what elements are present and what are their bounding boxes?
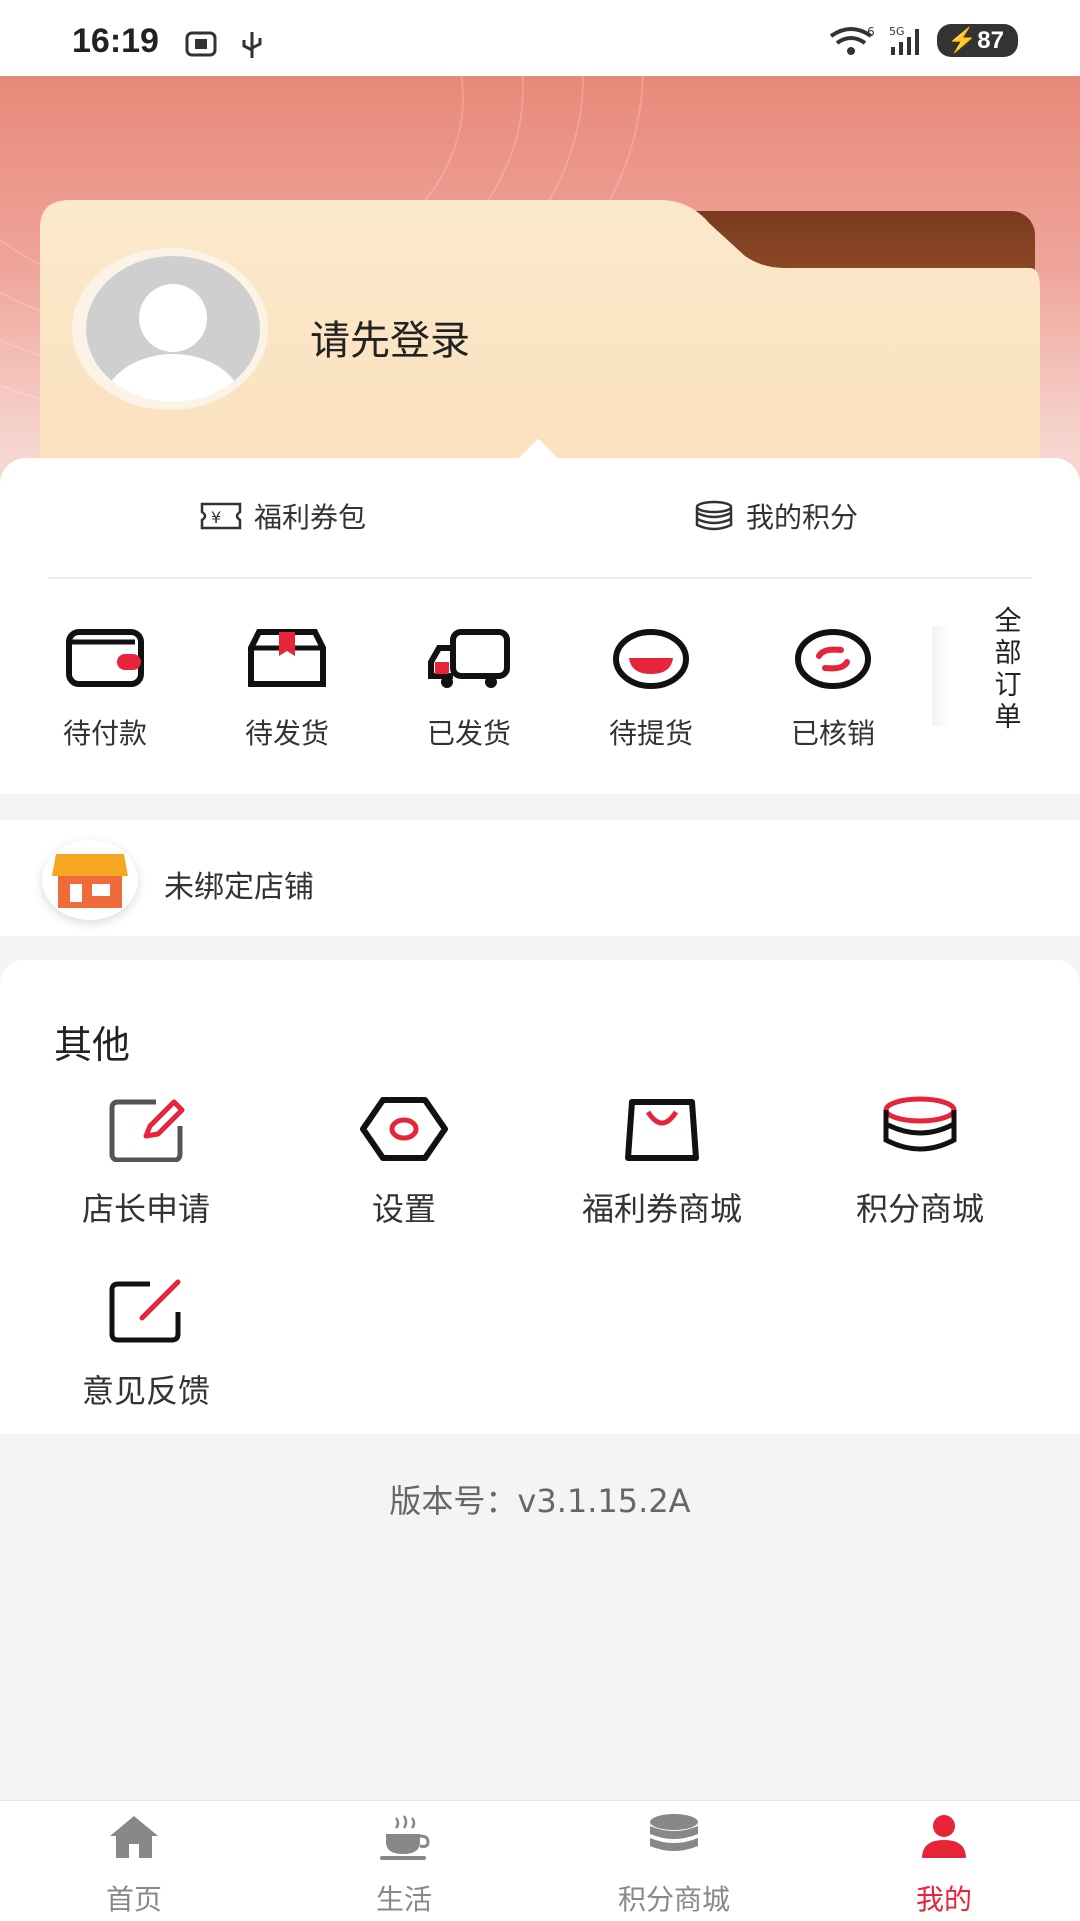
battery-level: 87 xyxy=(977,27,1004,54)
coffee-icon xyxy=(380,1815,430,1860)
tab-label: 我的 xyxy=(915,1883,972,1916)
order-shipped[interactable]: 已发货 xyxy=(394,624,544,750)
order-label: 待提货 xyxy=(608,717,693,750)
order-label: 已发货 xyxy=(426,717,511,750)
my-points-label: 我的积分 xyxy=(746,501,859,534)
coupon-wallet-link[interactable]: ¥ 福利券包 xyxy=(200,496,366,536)
wallet-icon xyxy=(66,629,144,687)
pickup-icon xyxy=(613,629,689,689)
feedback[interactable]: 意见反馈 xyxy=(36,1278,256,1410)
others-title: 其他 xyxy=(54,1023,131,1067)
home-icon xyxy=(110,1816,158,1858)
battery-indicator: ⚡87 xyxy=(937,24,1018,57)
status-bar: 16:19 6 5G ⚡87 xyxy=(0,0,1080,76)
login-prompt[interactable]: 请先登录 xyxy=(310,308,470,366)
coupon-wallet-label: 福利券包 xyxy=(254,501,367,534)
order-label: 已核销 xyxy=(790,717,875,750)
order-pending-payment[interactable]: 待付款 xyxy=(30,624,180,750)
tool-label: 设置 xyxy=(371,1190,436,1228)
user-icon xyxy=(922,1815,966,1858)
coupon-icon: ¥ xyxy=(200,502,242,530)
scroll-shadow xyxy=(932,626,952,726)
feedback-icon xyxy=(109,1279,181,1343)
coupon-mall[interactable]: 福利券商城 xyxy=(552,1096,772,1228)
order-verified[interactable]: 已核销 xyxy=(758,624,908,750)
order-pending-shipment[interactable]: 待发货 xyxy=(212,624,362,750)
order-label: 待付款 xyxy=(62,717,147,750)
shopping-bag-icon xyxy=(625,1099,699,1161)
tab-points-mall[interactable]: 积分商城 xyxy=(564,1812,784,1916)
usb-icon xyxy=(242,32,262,58)
tool-label: 店长申请 xyxy=(81,1190,210,1228)
coins-icon xyxy=(650,1814,698,1851)
settings[interactable]: 设置 xyxy=(294,1096,514,1228)
version-label: 版本号：v3.1.15.2A xyxy=(389,1482,691,1520)
box-icon xyxy=(248,629,326,687)
signal-icon: 5G xyxy=(889,25,920,55)
edit-form-icon xyxy=(109,1099,185,1163)
store-binding-row[interactable] xyxy=(0,820,1080,936)
store-icon xyxy=(52,854,128,908)
all-orders-link[interactable]: 全部订单 xyxy=(988,606,1028,734)
screenshot-icon xyxy=(185,31,217,57)
tab-label: 首页 xyxy=(105,1883,162,1916)
divider xyxy=(48,577,1032,579)
truck-icon xyxy=(428,629,510,688)
svg-text:6: 6 xyxy=(867,26,875,39)
store-icon-frame xyxy=(42,840,138,920)
verified-icon xyxy=(795,629,871,689)
settings-hexagon-icon xyxy=(360,1097,448,1161)
coin-stack-icon xyxy=(883,1096,957,1152)
tab-mine[interactable]: 我的 xyxy=(834,1812,1054,1916)
tab-home[interactable]: 首页 xyxy=(24,1812,244,1916)
points-icon xyxy=(695,500,733,531)
tab-life[interactable]: 生活 xyxy=(294,1812,514,1916)
tool-label: 福利券商城 xyxy=(581,1190,742,1228)
avatar[interactable] xyxy=(86,256,260,402)
tab-label: 积分商城 xyxy=(617,1883,730,1916)
points-mall[interactable]: 积分商城 xyxy=(810,1096,1030,1228)
default-avatar-icon xyxy=(103,284,243,402)
tool-label: 意见反馈 xyxy=(81,1372,210,1410)
store-manager-apply[interactable]: 店长申请 xyxy=(36,1096,256,1228)
store-label: 未绑定店铺 xyxy=(164,870,314,905)
tool-label: 积分商城 xyxy=(855,1190,984,1228)
svg-text:¥: ¥ xyxy=(211,508,221,527)
order-pending-pickup[interactable]: 待提货 xyxy=(576,624,726,750)
my-points-link[interactable]: 我的积分 xyxy=(694,496,858,536)
order-label: 待发货 xyxy=(244,717,329,750)
svg-text:5G: 5G xyxy=(889,25,905,38)
tab-label: 生活 xyxy=(375,1883,432,1916)
wifi-icon: 6 xyxy=(830,26,875,55)
status-time: 16:19 xyxy=(72,22,159,60)
